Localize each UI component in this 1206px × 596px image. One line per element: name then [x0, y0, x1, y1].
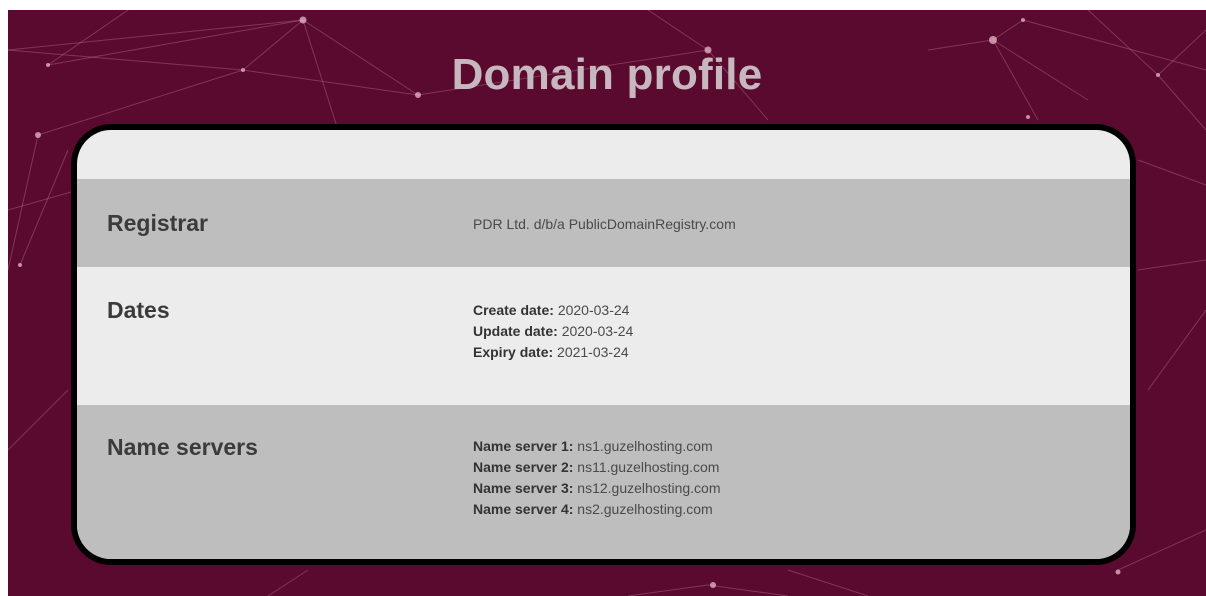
- name-server-key: Name server 2:: [473, 459, 574, 475]
- expiry-date-item: Expiry date: 2021-03-24: [473, 342, 633, 363]
- name-servers-row: Name servers Name server 1: ns1.guzelhos…: [77, 405, 1130, 559]
- page-title: Domain profile: [451, 50, 763, 99]
- name-server-value: ns2.guzelhosting.com: [577, 501, 713, 517]
- update-date-key: Update date:: [473, 323, 558, 339]
- expiry-date-key: Expiry date:: [473, 344, 554, 360]
- create-date-key: Create date:: [473, 302, 554, 318]
- dates-list: Create date: 2020-03-24 Update date: 202…: [473, 300, 633, 363]
- registrar-label: Registrar: [107, 210, 208, 236]
- name-server-key: Name server 4:: [473, 501, 574, 517]
- page-background: Domain profile Registrar PDR Ltd. d/b/a …: [8, 10, 1206, 596]
- name-servers-label: Name servers: [107, 434, 258, 460]
- registrar-row: Registrar PDR Ltd. d/b/a PublicDomainReg…: [77, 179, 1130, 267]
- domain-profile-card-body: Registrar PDR Ltd. d/b/a PublicDomainReg…: [77, 130, 1130, 559]
- domain-profile-card: Registrar PDR Ltd. d/b/a PublicDomainReg…: [71, 124, 1136, 565]
- update-date-value: 2020-03-24: [561, 323, 634, 339]
- name-server-key: Name server 3:: [473, 480, 574, 496]
- name-server-key: Name server 1:: [473, 438, 574, 454]
- registrar-value: PDR Ltd. d/b/a PublicDomainRegistry.com: [473, 216, 736, 232]
- name-server-item: Name server 4: ns2.guzelhosting.com: [473, 499, 721, 520]
- dates-label: Dates: [107, 297, 170, 323]
- expiry-date-value: 2021-03-24: [557, 344, 629, 360]
- name-server-value: ns1.guzelhosting.com: [577, 438, 713, 454]
- name-server-value: ns11.guzelhosting.com: [577, 459, 720, 475]
- create-date-value: 2020-03-24: [557, 302, 630, 318]
- name-server-value: ns12.guzelhosting.com: [577, 480, 721, 496]
- name-server-item: Name server 2: ns11.guzelhosting.com: [473, 457, 721, 478]
- dates-row: Dates Create date: 2020-03-24 Update dat…: [77, 267, 1130, 405]
- name-server-item: Name server 1: ns1.guzelhosting.com: [473, 436, 721, 457]
- update-date-item: Update date: 2020-03-24: [473, 321, 633, 342]
- name-server-item: Name server 3: ns12.guzelhosting.com: [473, 478, 721, 499]
- name-servers-list: Name server 1: ns1.guzelhosting.com Name…: [473, 436, 721, 520]
- create-date-item: Create date: 2020-03-24: [473, 300, 633, 321]
